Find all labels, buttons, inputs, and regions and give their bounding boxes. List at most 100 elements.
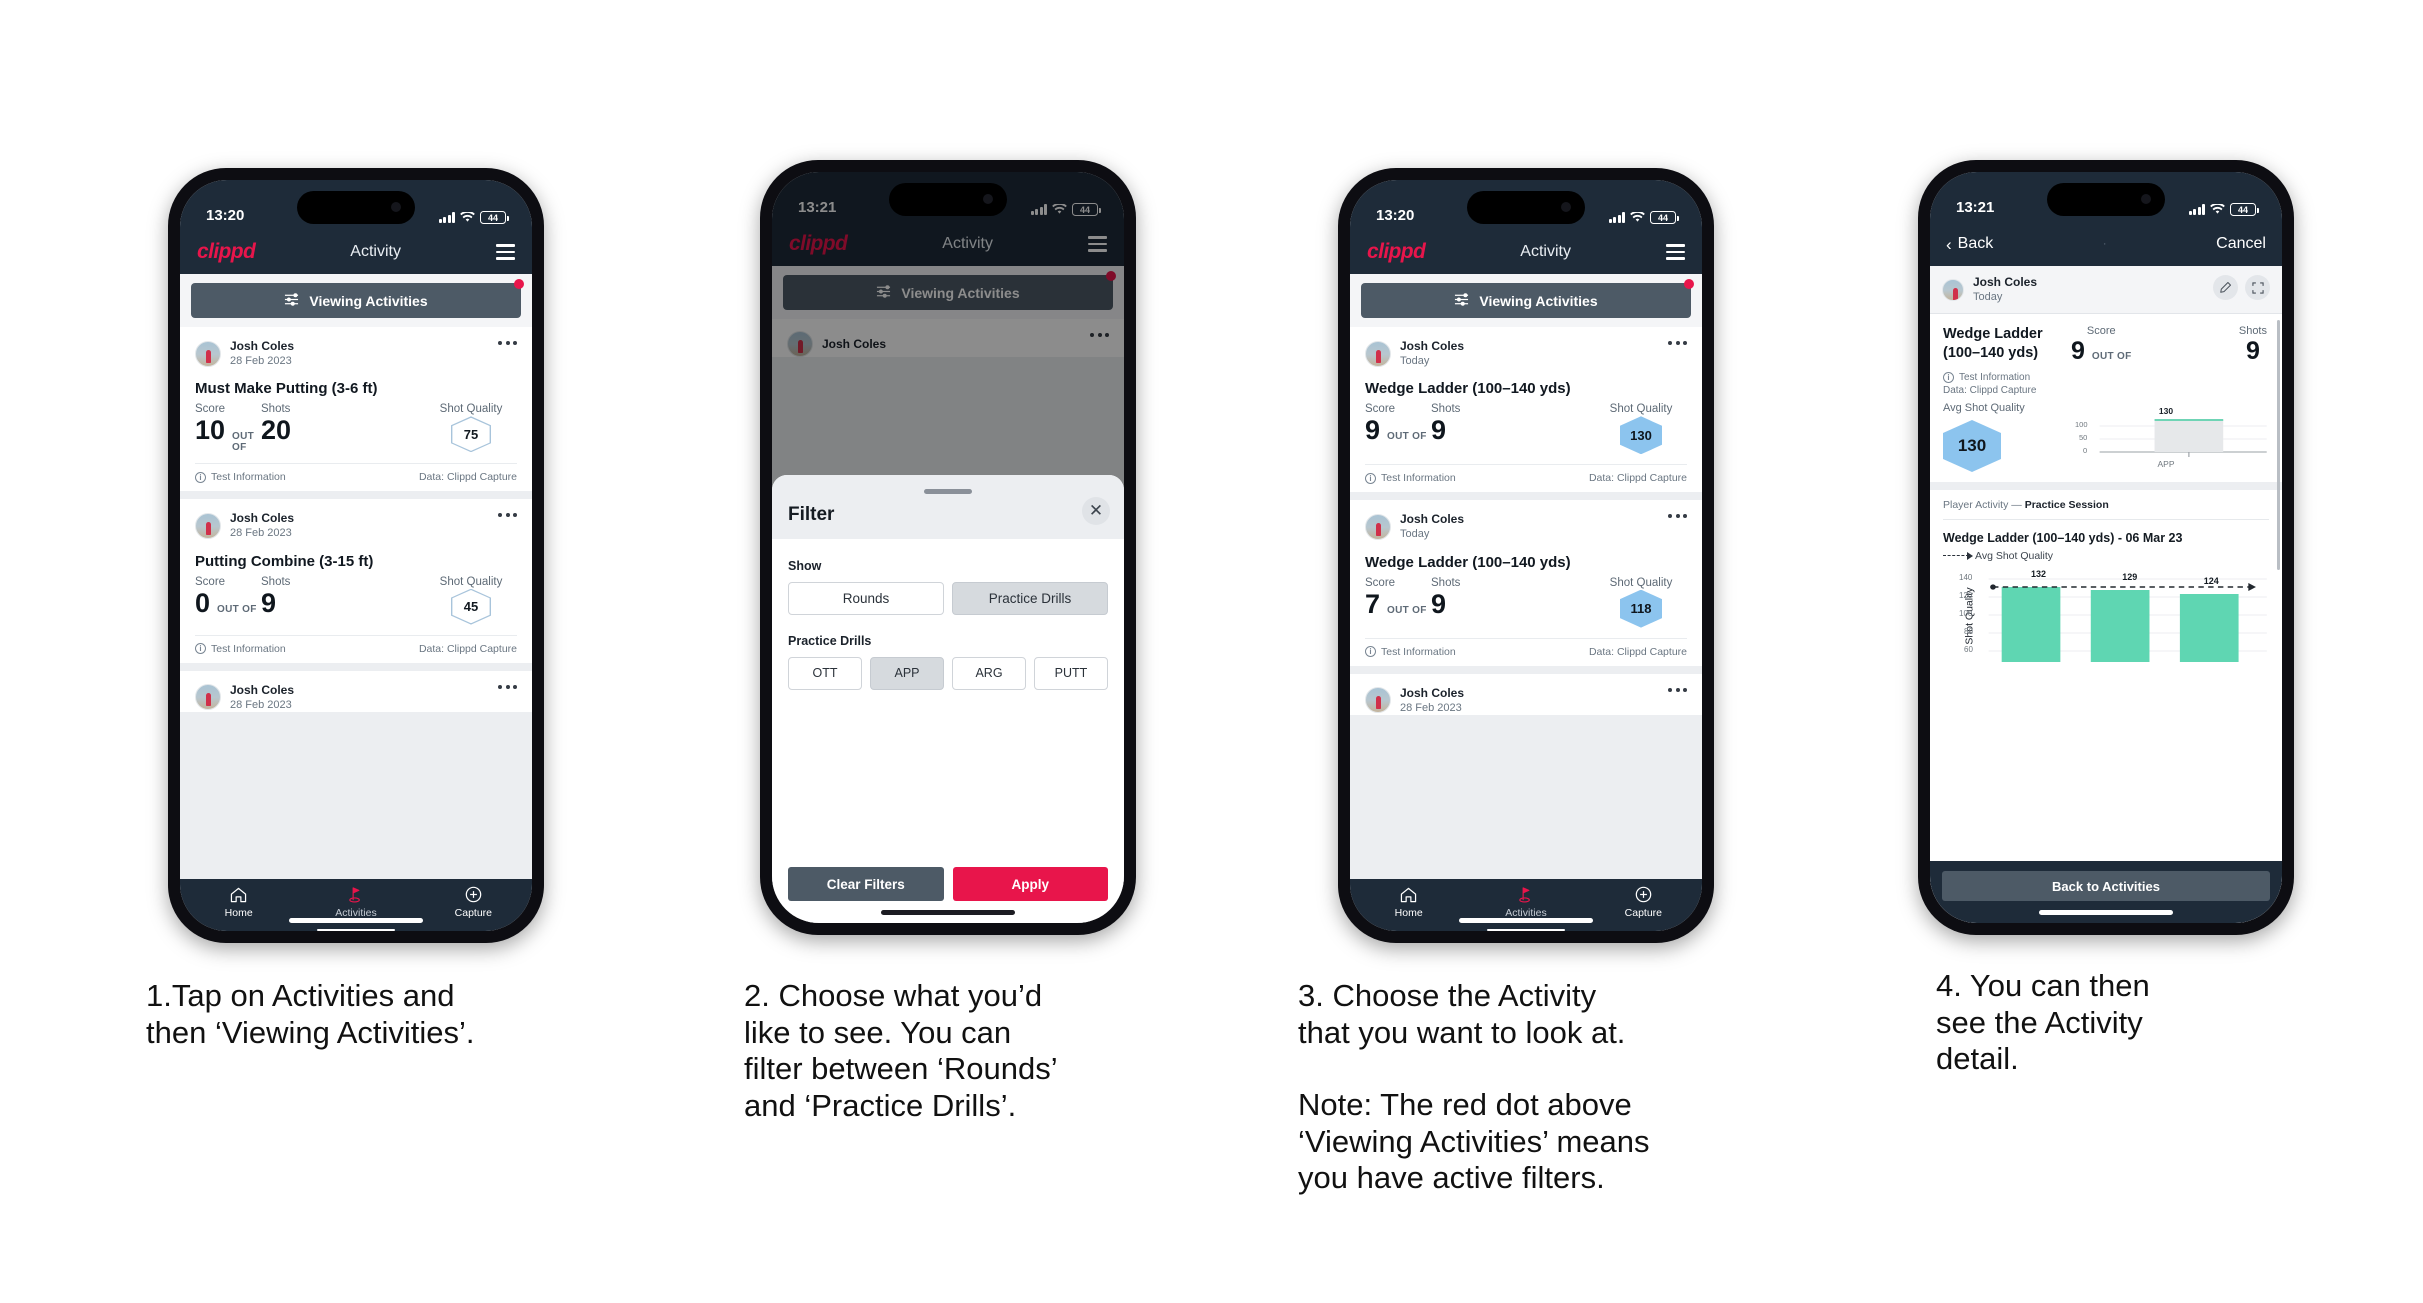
detail-user-header: Josh Coles Today bbox=[1930, 266, 2282, 315]
card-separator bbox=[1350, 492, 1702, 501]
shot-quality-hexagon: 118 bbox=[1620, 589, 1662, 628]
chart-ytick-120: 120 bbox=[1959, 590, 1973, 600]
tab-capture[interactable]: Capture bbox=[1585, 879, 1702, 925]
card-separator bbox=[180, 491, 532, 500]
home-icon bbox=[230, 886, 247, 904]
card-menu-icon[interactable] bbox=[498, 341, 517, 345]
caption-3-line-1: 3. Choose the Activity bbox=[1298, 978, 1597, 1013]
drill-option-arg[interactable]: ARG bbox=[952, 656, 1026, 690]
avg-shot-quality-hexagon: 130 bbox=[1943, 419, 2001, 472]
player-activity-section: Player Activity — Practice Session Wedge… bbox=[1930, 490, 2282, 662]
cancel-button[interactable]: Cancel bbox=[2216, 235, 2266, 253]
hamburger-icon[interactable] bbox=[1666, 244, 1685, 260]
card-menu-icon[interactable] bbox=[1668, 341, 1687, 345]
shots-metric: Shots 9 bbox=[2239, 325, 2267, 396]
tab-capture[interactable]: Capture bbox=[415, 879, 532, 925]
detail-body[interactable]: Wedge Ladder (100–140 yds) i Test Informa… bbox=[1930, 314, 2282, 923]
caption-2-line-4: and ‘Practice Drills’. bbox=[744, 1087, 1017, 1123]
card-separator bbox=[180, 662, 532, 671]
home-indicator bbox=[289, 918, 423, 923]
activity-card[interactable]: Josh Coles 28 Feb 2023 bbox=[1350, 673, 1702, 715]
viewing-activities-button[interactable]: Viewing Activities bbox=[191, 283, 521, 318]
activity-date: Today bbox=[1400, 355, 1430, 367]
viewing-activities-label: Viewing Activities bbox=[309, 292, 428, 309]
pencil-icon[interactable] bbox=[2213, 275, 2238, 300]
activity-feed[interactable]: Josh Coles 28 Feb 2023 Must Make Putting… bbox=[180, 327, 532, 879]
clippd-logo: clippd bbox=[1367, 240, 1426, 263]
drill-options: OTT APP ARG PUTT bbox=[788, 656, 1108, 690]
activity-card[interactable]: Josh Coles 28 Feb 2023 Putting Combine (… bbox=[180, 499, 532, 663]
show-option-rounds[interactable]: Rounds bbox=[788, 581, 944, 615]
home-indicator bbox=[881, 910, 1015, 915]
card-menu-icon[interactable] bbox=[498, 684, 517, 689]
shot-quality-hexagon: 75 bbox=[451, 416, 491, 453]
fullscreen-icon[interactable] bbox=[2245, 275, 2270, 300]
wifi-icon bbox=[460, 212, 475, 223]
activity-title: Must Make Putting (3-6 ft) bbox=[195, 380, 378, 398]
chevron-left-icon: ‹ bbox=[1946, 234, 1952, 254]
viewing-activities-button[interactable]: Viewing Activities bbox=[1361, 283, 1691, 318]
close-icon[interactable]: ✕ bbox=[1082, 497, 1110, 525]
mini-chart-ytick-50: 50 bbox=[2079, 432, 2088, 442]
mini-chart-ytick-0: 0 bbox=[2083, 445, 2088, 455]
show-option-practice-drills[interactable]: Practice Drills bbox=[952, 581, 1108, 615]
active-filters-badge bbox=[1684, 279, 1694, 289]
data-source-label: Data: Clippd Capture bbox=[1588, 472, 1687, 485]
user-name: Josh Coles bbox=[230, 511, 295, 526]
clear-filters-button[interactable]: Clear Filters bbox=[788, 867, 944, 901]
avatar bbox=[1365, 687, 1391, 714]
test-information-label: Test Information bbox=[211, 471, 286, 484]
card-menu-icon[interactable] bbox=[1668, 687, 1687, 692]
shots-value: 9 bbox=[1431, 415, 1447, 446]
wifi-icon bbox=[2210, 204, 2225, 215]
scrollbar[interactable] bbox=[2277, 320, 2280, 571]
shot-quality-hexagon: 130 bbox=[1620, 416, 1662, 455]
shots-label: Shots bbox=[2238, 325, 2267, 338]
activity-card[interactable]: Josh Coles Today Wedge Ladder (100–140 y… bbox=[1350, 327, 1702, 493]
tab-activities-label: Activities bbox=[1505, 906, 1547, 919]
activity-card[interactable]: Josh Coles 28 Feb 2023 Must Make Putting… bbox=[180, 327, 532, 492]
caption-3-spacer bbox=[1298, 1051, 1858, 1087]
avatar bbox=[1942, 278, 1964, 301]
caption-3-line-5: ‘Viewing Activities’ means bbox=[1298, 1123, 1650, 1159]
activity-card[interactable]: Josh Coles 28 Feb 2023 bbox=[180, 670, 532, 712]
tab-home[interactable]: Home bbox=[180, 879, 297, 925]
activity-card[interactable]: Josh Coles Today Wedge Ladder (100–140 y… bbox=[1350, 500, 1702, 666]
test-information-label: Test Information bbox=[1381, 645, 1456, 658]
avg-shot-quality-label: Avg Shot Quality bbox=[1943, 401, 2025, 414]
card-menu-icon[interactable] bbox=[498, 513, 517, 518]
tab-home[interactable]: Home bbox=[1350, 879, 1467, 925]
activity-feed[interactable]: Josh Coles Today Wedge Ladder (100–140 y… bbox=[1350, 327, 1702, 879]
activity-date: 28 Feb 2023 bbox=[230, 355, 292, 367]
caption-2-line-1: 2. Choose what you’d bbox=[744, 978, 1043, 1013]
card-menu-icon[interactable] bbox=[1668, 514, 1687, 519]
hamburger-icon[interactable] bbox=[496, 244, 515, 260]
drill-option-putt[interactable]: PUTT bbox=[1034, 656, 1108, 690]
card-footer: i Test Information Data: Clippd Capture bbox=[1365, 464, 1687, 492]
card-separator bbox=[1350, 665, 1702, 674]
caption-3-line-4: Note: The red dot above bbox=[1298, 1087, 1632, 1123]
back-to-activities-button[interactable]: Back to Activities bbox=[1942, 871, 2270, 901]
home-indicator bbox=[2039, 910, 2173, 915]
home-indicator bbox=[1459, 918, 1593, 923]
sheet-grabber[interactable] bbox=[924, 489, 972, 494]
battery-icon: 44 bbox=[2230, 203, 2259, 216]
user-name: Josh Coles bbox=[1400, 339, 1465, 353]
drill-option-app[interactable]: APP bbox=[870, 656, 944, 690]
data-source-label: Data: Clippd Capture bbox=[1588, 645, 1687, 658]
chart-legend: Avg Shot Quality bbox=[1943, 550, 2269, 562]
tab-activities-label: Activities bbox=[335, 906, 377, 919]
apply-button[interactable]: Apply bbox=[952, 867, 1108, 901]
metrics-row: Score 7 OUT OF Shots 9 Shot Quality 118 bbox=[1365, 577, 1687, 628]
back-button[interactable]: ‹ Back bbox=[1946, 235, 1993, 253]
player-activity-value: Practice Session bbox=[2024, 498, 2109, 511]
shots-metric: Shots 20 bbox=[261, 403, 425, 444]
info-icon: i bbox=[1943, 371, 1954, 383]
activity-title: Putting Combine (3-15 ft) bbox=[195, 552, 374, 570]
avatar bbox=[1365, 340, 1391, 367]
chart-ytick-140: 140 bbox=[1959, 572, 1973, 582]
shots-label: Shots bbox=[1431, 576, 1461, 589]
shot-quality-label: Shot Quality bbox=[1609, 576, 1673, 589]
score-label: Score bbox=[1365, 576, 1396, 589]
drill-option-ott[interactable]: OTT bbox=[788, 656, 862, 690]
